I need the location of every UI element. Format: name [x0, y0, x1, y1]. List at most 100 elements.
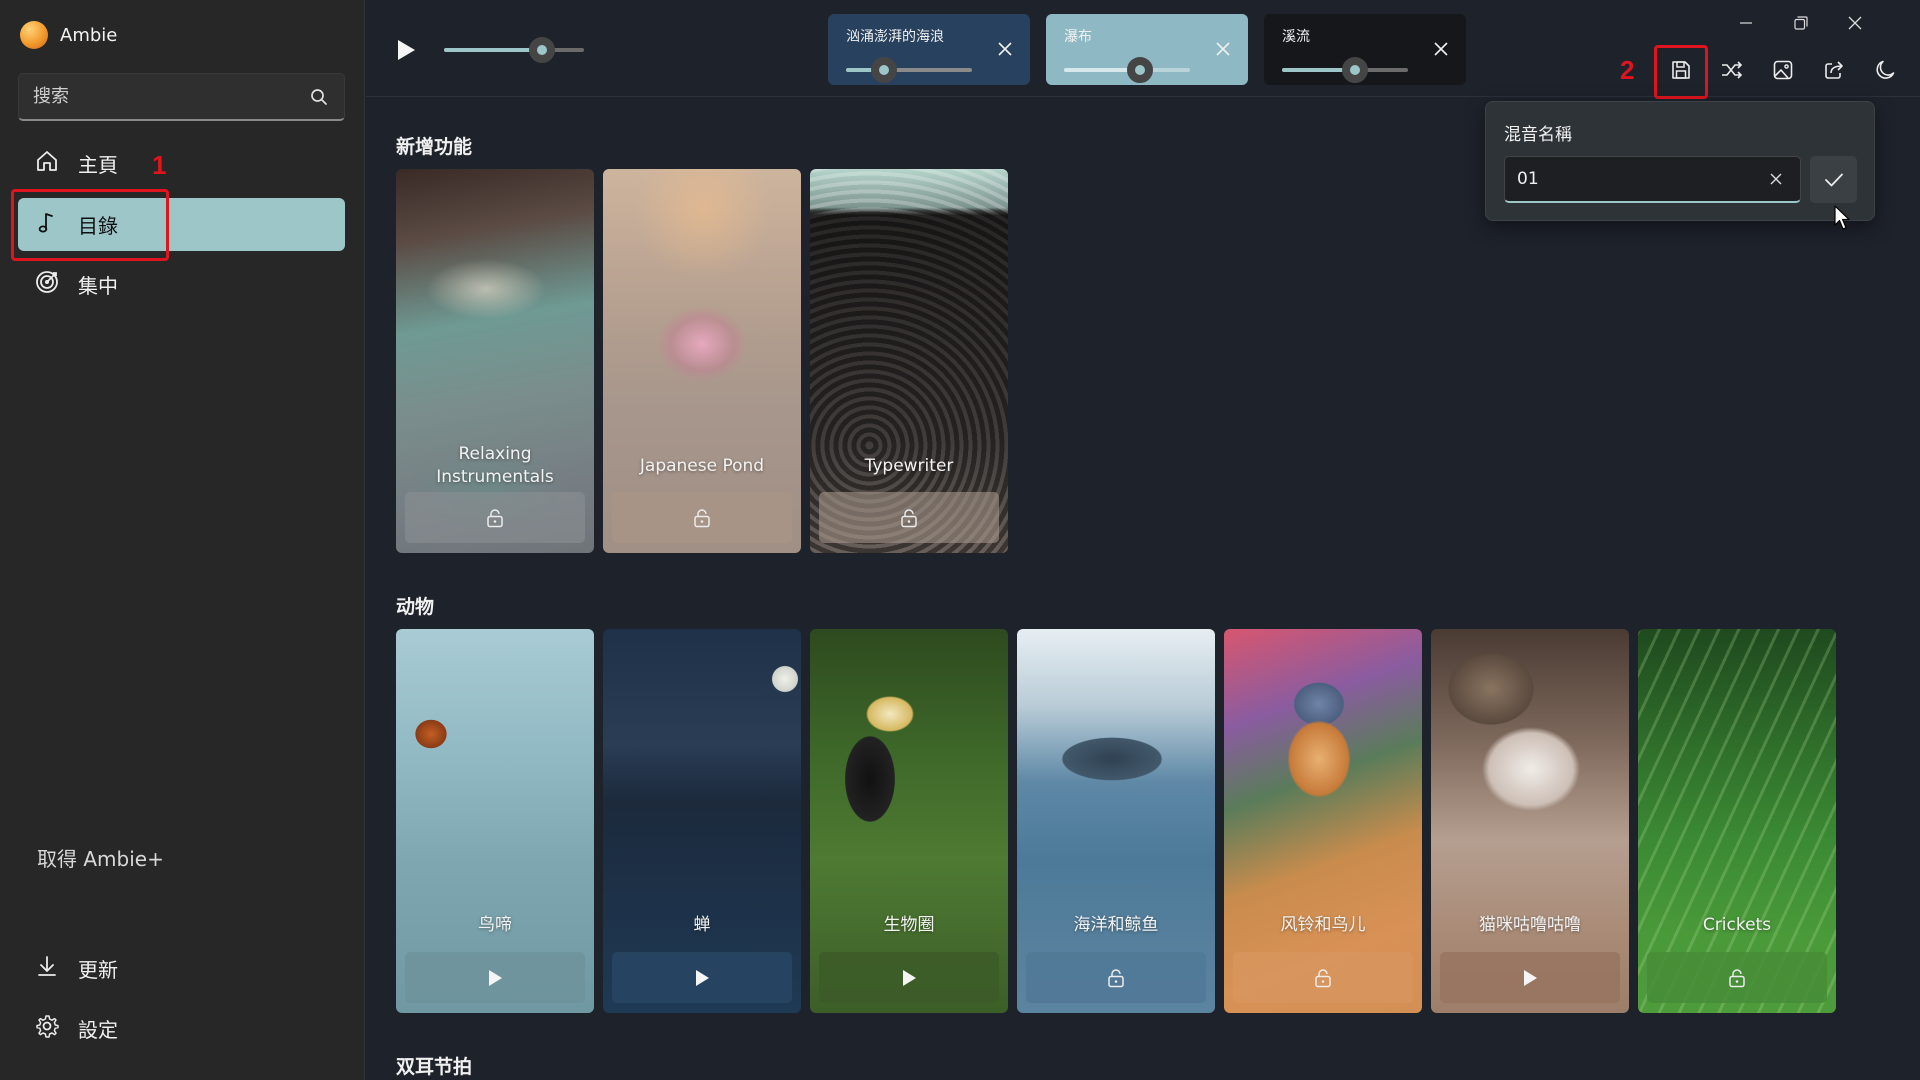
sound-card[interactable]: 风铃和鸟儿: [1224, 629, 1422, 1013]
lock-icon: [1108, 968, 1124, 987]
sound-volume-slider[interactable]: [1282, 57, 1408, 83]
sound-volume-slider[interactable]: [1064, 57, 1190, 83]
unlock-button[interactable]: [1026, 952, 1206, 1003]
search-icon[interactable]: [308, 86, 330, 108]
search-input[interactable]: [33, 86, 308, 107]
sound-card[interactable]: Relaxing Instrumentals: [396, 169, 594, 553]
sidebar-item-update[interactable]: 更新: [18, 942, 345, 995]
sound-card[interactable]: 猫咪咕噜咕噜: [1431, 629, 1629, 1013]
gear-icon: [34, 1013, 60, 1044]
section-title: 动物: [396, 596, 435, 618]
screensaver-button[interactable]: [1763, 50, 1803, 90]
lock-icon: [1729, 968, 1745, 987]
card-title: 风铃和鸟儿: [1280, 915, 1366, 935]
lock-icon: [694, 508, 710, 527]
moon-icon: [1876, 60, 1895, 79]
active-sound-name: 溪流: [1282, 29, 1310, 45]
section-title: 新增功能: [396, 136, 473, 158]
player-bar: 汹涌澎湃的海浪 瀑布 溪流: [366, 0, 1920, 97]
close-icon: [998, 42, 1012, 56]
checkmark-icon: [1824, 173, 1843, 186]
card-title: 海洋和鲸鱼: [1073, 915, 1159, 935]
lock-icon: [487, 508, 503, 527]
unlock-button[interactable]: [1233, 952, 1413, 1003]
share-button[interactable]: [1814, 50, 1854, 90]
clear-input-button[interactable]: [1764, 167, 1788, 191]
play-icon: [696, 969, 709, 986]
sleep-timer-button[interactable]: [1865, 50, 1905, 90]
play-sound-button[interactable]: [612, 952, 792, 1003]
card-title: Typewriter: [864, 456, 954, 476]
sound-card[interactable]: Typewriter: [810, 169, 1008, 553]
mouse-cursor-icon: [1834, 205, 1850, 230]
lock-icon: [901, 508, 917, 527]
unlock-button[interactable]: [612, 492, 792, 543]
play-sound-button[interactable]: [405, 952, 585, 1003]
download-icon: [34, 953, 60, 984]
unlock-button[interactable]: [819, 492, 999, 543]
mix-name-field[interactable]: [1504, 156, 1801, 203]
sidebar-item-catalog[interactable]: 目錄: [18, 198, 345, 251]
master-volume-slider[interactable]: [444, 37, 584, 63]
active-sound-name: 瀑布: [1064, 29, 1092, 45]
sidebar-item-settings[interactable]: 設定: [18, 1002, 345, 1055]
unlock-button[interactable]: [1647, 952, 1827, 1003]
sidebar-item-home[interactable]: 主頁: [18, 137, 345, 190]
card-title: Relaxing Instrumentals: [436, 444, 554, 487]
sound-card[interactable]: Crickets: [1638, 629, 1836, 1013]
confirm-save-button[interactable]: [1810, 156, 1857, 203]
lock-icon: [1315, 968, 1331, 987]
minimize-button[interactable]: [1726, 8, 1766, 38]
home-icon: [34, 148, 60, 179]
card-title: Japanese Pond: [639, 456, 765, 476]
play-icon: [903, 969, 916, 986]
sound-card[interactable]: Japanese Pond: [603, 169, 801, 553]
focus-target-icon: [34, 269, 60, 300]
unlock-button[interactable]: [405, 492, 585, 543]
image-icon: [1773, 60, 1793, 80]
sidebar: Ambie 主頁 目錄 集中 1 取得 Ambie+ 更新: [0, 0, 365, 1080]
music-note-icon: [34, 209, 60, 240]
slider-fill: [444, 48, 542, 52]
remove-sound-button[interactable]: [1430, 38, 1452, 60]
save-mix-button[interactable]: [1661, 50, 1701, 90]
slider-thumb[interactable]: [529, 37, 555, 63]
sidebar-item-focus[interactable]: 集中: [18, 258, 345, 311]
sidebar-item-label: 主頁: [78, 153, 118, 177]
mix-name-label: 混音名稱: [1504, 125, 1572, 145]
slider-thumb[interactable]: [1342, 57, 1369, 83]
play-sound-button[interactable]: [1440, 952, 1620, 1003]
play-button[interactable]: [391, 36, 421, 64]
sound-volume-slider[interactable]: [846, 57, 972, 83]
card-title: 蝉: [693, 915, 711, 935]
sound-card[interactable]: 蝉: [603, 629, 801, 1013]
close-icon: [1216, 42, 1230, 56]
share-icon: [1825, 61, 1843, 79]
sound-card[interactable]: 鸟啼: [396, 629, 594, 1013]
close-icon: [1770, 173, 1782, 185]
restore-button[interactable]: [1781, 8, 1821, 38]
active-sound-chip: 瀑布: [1046, 14, 1248, 85]
slider-thumb[interactable]: [870, 57, 897, 83]
slider-thumb[interactable]: [1126, 57, 1153, 83]
restore-icon: [1794, 16, 1808, 30]
active-sound-chip: 溪流: [1264, 14, 1466, 85]
close-icon: [1434, 42, 1448, 56]
search-box[interactable]: [18, 73, 345, 121]
close-icon: [1848, 16, 1862, 30]
ambie-logo-icon: [20, 21, 48, 49]
save-icon: [1672, 61, 1690, 79]
shuffle-button[interactable]: [1712, 50, 1752, 90]
app-name: Ambie: [60, 24, 118, 46]
remove-sound-button[interactable]: [994, 38, 1016, 60]
shuffle-icon: [1722, 61, 1743, 79]
active-sound-name: 汹涌澎湃的海浪: [846, 29, 944, 45]
sidebar-item-label: 更新: [78, 958, 118, 982]
sound-card[interactable]: 生物圈: [810, 629, 1008, 1013]
sound-card[interactable]: 海洋和鲸鱼: [1017, 629, 1215, 1013]
mix-name-input[interactable]: [1517, 169, 1764, 189]
play-sound-button[interactable]: [819, 952, 999, 1003]
get-ambie-plus-link[interactable]: 取得 Ambie+: [37, 843, 164, 872]
close-window-button[interactable]: [1835, 8, 1875, 38]
remove-sound-button[interactable]: [1212, 38, 1234, 60]
